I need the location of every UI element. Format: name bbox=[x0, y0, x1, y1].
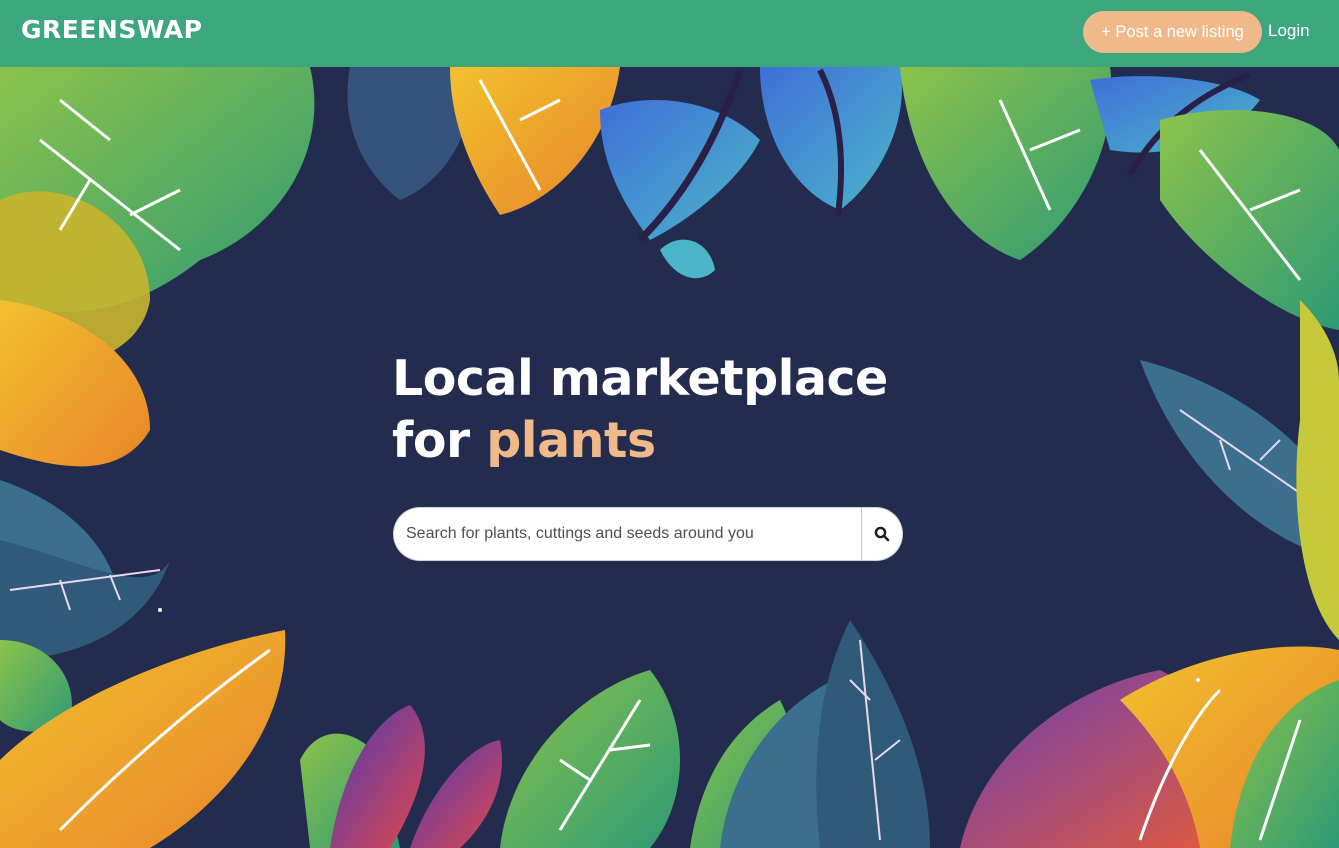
hero-headline: Local marketplace for plants bbox=[392, 348, 888, 472]
search-bar bbox=[393, 507, 903, 561]
hero-line-2-prefix: for bbox=[392, 412, 470, 469]
hero-line-1: Local marketplace bbox=[392, 350, 888, 407]
top-navigation-bar: GREENSWAP + Post a new listing Login bbox=[0, 0, 1339, 67]
search-input[interactable] bbox=[393, 507, 861, 561]
greenswap-logo[interactable]: GREENSWAP bbox=[21, 14, 202, 46]
search-icon bbox=[874, 526, 890, 542]
search-button[interactable] bbox=[861, 507, 903, 561]
hero-accent-word: plants bbox=[486, 412, 656, 469]
login-link[interactable]: Login bbox=[1268, 19, 1310, 43]
post-new-listing-button[interactable]: + Post a new listing bbox=[1083, 11, 1262, 53]
